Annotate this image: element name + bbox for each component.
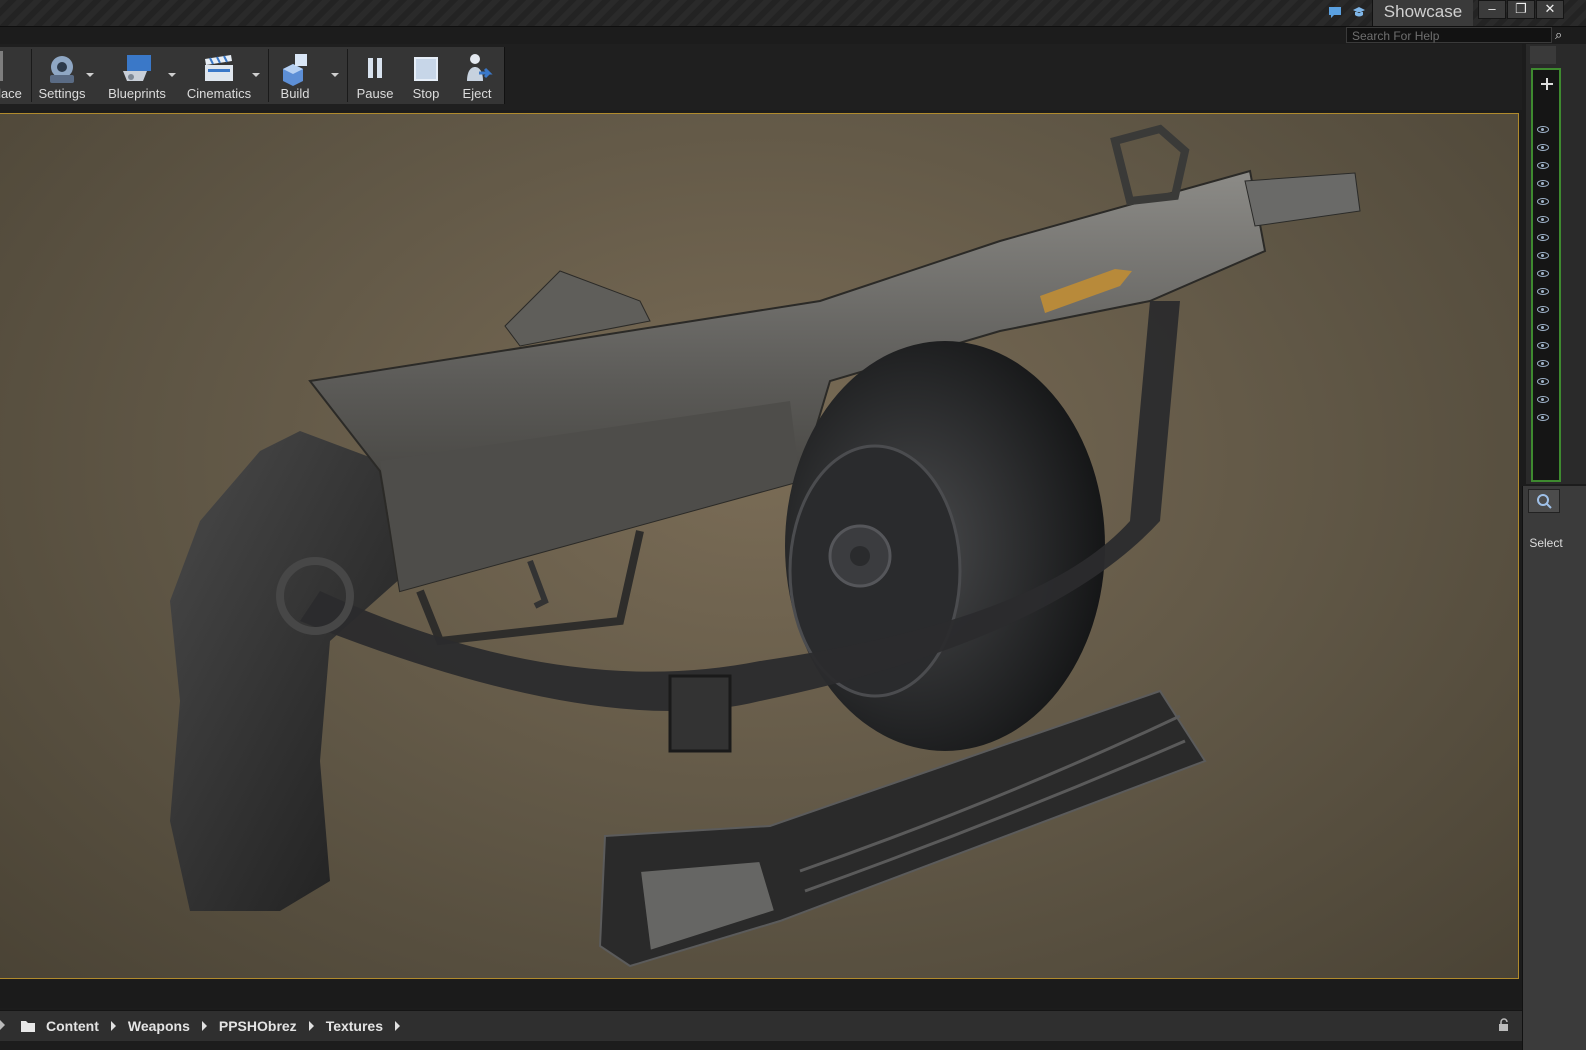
breadcrumb-ppshobrez[interactable]: PPSHObrez (219, 1018, 297, 1034)
cinematics-label: Cinematics (186, 86, 252, 101)
visibility-eye-icon[interactable] (1537, 234, 1549, 241)
close-button[interactable]: ✕ (1536, 0, 1564, 19)
cinematics-icon (205, 55, 233, 81)
breadcrumb-arrow-icon[interactable] (110, 1021, 116, 1031)
visibility-eye-icon[interactable] (1537, 324, 1549, 331)
breadcrumb-content[interactable]: Content (46, 1018, 99, 1034)
folder-icon (21, 1021, 35, 1032)
breadcrumb-arrow-icon[interactable] (395, 1021, 401, 1031)
build-button[interactable]: Build (272, 47, 318, 104)
visibility-eye-icon[interactable] (1537, 306, 1549, 313)
learn-cap-icon[interactable] (1352, 5, 1366, 19)
stop-icon (414, 57, 438, 81)
visibility-eye-icon[interactable] (1537, 126, 1549, 133)
visibility-eye-icon[interactable] (1537, 180, 1549, 187)
pause-button[interactable]: Pause (352, 47, 398, 104)
settings-button[interactable]: Settings (34, 47, 90, 104)
stop-label: Stop (412, 86, 440, 101)
project-tab[interactable]: Showcase (1372, 0, 1473, 26)
details-tab[interactable] (1528, 489, 1560, 513)
build-label: Build (280, 86, 310, 101)
feedback-icon[interactable] (1328, 5, 1342, 19)
outliner-list[interactable] (1531, 68, 1561, 482)
build-dropdown-arrow[interactable] (331, 73, 339, 77)
blueprints-icon (123, 55, 151, 81)
visibility-eye-icon[interactable] (1537, 342, 1549, 349)
settings-dropdown-arrow[interactable] (86, 73, 94, 77)
place-icon (0, 51, 3, 81)
visibility-eye-icon[interactable] (1537, 144, 1549, 151)
blueprints-label: Blueprints (108, 86, 166, 101)
visibility-eye-icon[interactable] (1537, 162, 1549, 169)
blueprints-button[interactable]: Blueprints (104, 47, 170, 104)
visibility-eye-icon[interactable] (1537, 360, 1549, 367)
place-label: lace (0, 86, 22, 101)
minimize-button[interactable]: – (1478, 0, 1506, 19)
visibility-eye-icon[interactable] (1537, 414, 1549, 421)
breadcrumb-arrow-icon[interactable] (201, 1021, 207, 1031)
select-label: Select (1529, 536, 1563, 550)
lock-icon[interactable] (1497, 1018, 1511, 1032)
visibility-eye-icon[interactable] (1537, 378, 1549, 385)
visibility-eye-icon[interactable] (1537, 270, 1549, 277)
build-icon (283, 54, 307, 86)
breadcrumb-textures[interactable]: Textures (326, 1018, 383, 1034)
level-viewport[interactable] (0, 113, 1519, 979)
cinematics-button[interactable]: Cinematics (186, 47, 252, 104)
visibility-eye-icon[interactable] (1537, 252, 1549, 259)
cinematics-dropdown-arrow[interactable] (252, 73, 260, 77)
breadcrumb-weapons[interactable]: Weapons (128, 1018, 190, 1034)
window-controls: – ❐ ✕ (1477, 0, 1564, 19)
eject-button[interactable]: Eject (454, 47, 500, 104)
eject-label: Eject (462, 86, 492, 101)
weapon-model-render (170, 124, 1361, 968)
eject-icon (467, 54, 493, 81)
details-magnifier-icon (1537, 494, 1552, 509)
main-toolbar: lace Settings Blueprints Cinematics Buil… (0, 47, 505, 104)
breadcrumb: Content Weapons PPSHObrez Textures (20, 1016, 406, 1036)
stop-button[interactable]: Stop (404, 47, 448, 104)
outliner-menu-icon[interactable] (1530, 46, 1556, 64)
help-search-input[interactable]: Search For Help (1346, 27, 1552, 43)
panel-separator (0, 980, 1522, 1008)
settings-label: Settings (38, 86, 86, 101)
place-button[interactable]: lace (0, 47, 26, 104)
add-actor-icon[interactable] (1539, 76, 1555, 92)
breadcrumb-arrow-icon[interactable] (308, 1021, 314, 1031)
restore-button[interactable]: ❐ (1507, 0, 1535, 19)
details-panel (1522, 486, 1586, 1050)
settings-icon (50, 56, 74, 83)
title-bar (0, 0, 1586, 27)
visibility-eye-icon[interactable] (1537, 288, 1549, 295)
pause-label: Pause (356, 86, 394, 101)
pause-icon (368, 58, 382, 78)
history-back-arrow-icon[interactable] (0, 1020, 5, 1030)
visibility-eye-icon[interactable] (1537, 396, 1549, 403)
visibility-eye-icon[interactable] (1537, 198, 1549, 205)
visibility-eye-icon[interactable] (1537, 216, 1549, 223)
blueprints-dropdown-arrow[interactable] (168, 73, 176, 77)
search-icon[interactable]: ⌕ (1555, 27, 1569, 43)
